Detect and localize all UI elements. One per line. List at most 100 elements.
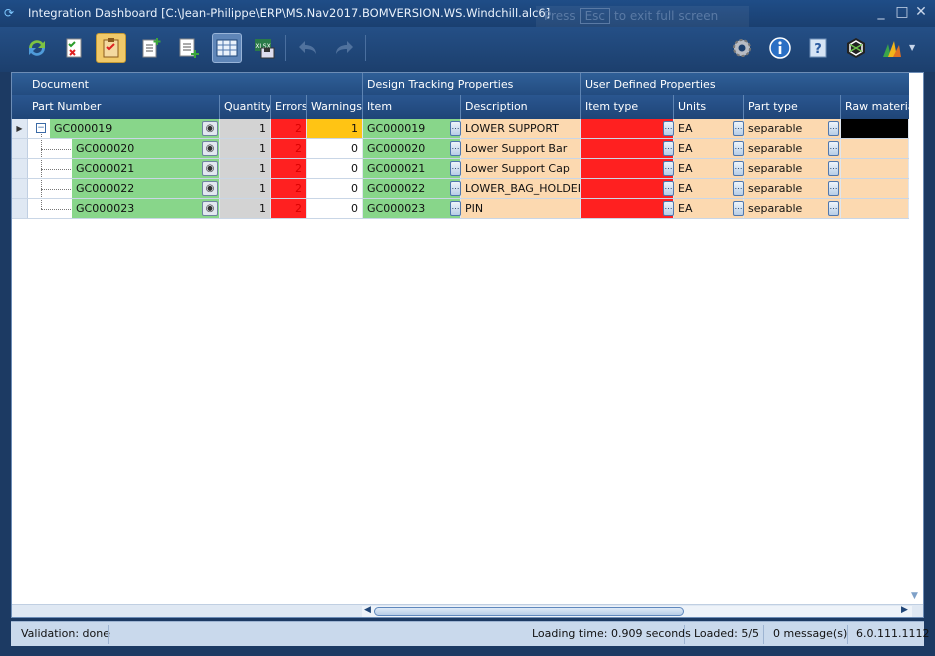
export-xlsx-button[interactable]: XLSX [249, 33, 279, 63]
maximize-button[interactable]: □ [893, 3, 911, 21]
column-header-quantity[interactable]: Quantity [220, 95, 271, 119]
part-type-lookup-button[interactable]: … [828, 121, 839, 136]
undo-button[interactable] [293, 33, 323, 63]
column-header-part-number[interactable]: Part Number [28, 95, 220, 119]
collapse-toggle[interactable]: − [36, 123, 46, 133]
item-type-lookup-button[interactable]: … [663, 141, 674, 156]
item-type-lookup-button[interactable]: … [663, 121, 674, 136]
help-button[interactable]: ? [803, 33, 833, 63]
part-type-cell[interactable]: separable [744, 199, 841, 218]
errors-cell[interactable]: 2 [271, 159, 307, 178]
item-lookup-button[interactable]: … [450, 181, 461, 196]
item-type-cell[interactable] [581, 119, 674, 138]
row-indicator[interactable] [12, 179, 28, 198]
table-row[interactable]: GC000020 ◉ 1 2 0 GC000020 … Lower Suppor… [12, 139, 923, 159]
warnings-cell[interactable]: 0 [307, 139, 363, 158]
item-lookup-button[interactable]: … [450, 141, 461, 156]
redo-button[interactable] [329, 33, 359, 63]
horizontal-scrollbar[interactable]: ◀ ▶ [12, 604, 923, 617]
raw-material-cell[interactable] [841, 119, 909, 138]
dynamics-menu-button[interactable]: ▼ [877, 33, 915, 63]
errors-cell[interactable]: 2 [271, 139, 307, 158]
warnings-cell[interactable]: 0 [307, 159, 363, 178]
raw-material-cell[interactable] [841, 159, 909, 178]
part-number-cell[interactable]: GC000023 [72, 199, 220, 218]
column-header-description[interactable]: Description [461, 95, 581, 119]
description-cell[interactable]: LOWER_BAG_HOLDER [461, 179, 581, 198]
part-type-lookup-button[interactable]: … [828, 181, 839, 196]
grid-view-button[interactable] [212, 33, 242, 63]
description-cell[interactable]: PIN [461, 199, 581, 218]
view-eye-icon[interactable]: ◉ [202, 181, 218, 196]
column-header-units[interactable]: Units [674, 95, 744, 119]
row-indicator[interactable] [12, 139, 28, 158]
item-lookup-button[interactable]: … [450, 201, 461, 216]
part-number-cell[interactable]: GC000019 [50, 119, 220, 138]
item-type-lookup-button[interactable]: … [663, 161, 674, 176]
part-type-cell[interactable]: separable [744, 119, 841, 138]
item-cell[interactable]: GC000019 [363, 119, 461, 138]
table-row[interactable]: GC000022 ◉ 1 2 0 GC000022 … LOWER_BAG_HO… [12, 179, 923, 199]
close-button[interactable]: ✕ [912, 3, 930, 21]
part-type-lookup-button[interactable]: … [828, 201, 839, 216]
message-count[interactable]: 0 message(s) [773, 627, 847, 640]
validate-button[interactable] [59, 33, 89, 63]
column-header-errors[interactable]: Errors [271, 95, 307, 119]
table-row[interactable]: GC000021 ◉ 1 2 0 GC000021 … Lower Suppor… [12, 159, 923, 179]
item-lookup-button[interactable]: … [450, 161, 461, 176]
units-lookup-button[interactable]: … [733, 181, 744, 196]
vertical-scrollbar[interactable]: ▼ [909, 73, 923, 604]
view-eye-icon[interactable]: ◉ [202, 161, 218, 176]
description-cell[interactable]: Lower Support Cap [461, 159, 581, 178]
part-type-lookup-button[interactable]: … [828, 161, 839, 176]
table-row[interactable]: GC000023 ◉ 1 2 0 GC000023 … PIN … EA … s… [12, 199, 923, 219]
view-eye-icon[interactable]: ◉ [202, 201, 218, 216]
part-type-lookup-button[interactable]: … [828, 141, 839, 156]
column-header-item[interactable]: Item [363, 95, 461, 119]
units-lookup-button[interactable]: … [733, 201, 744, 216]
item-cell[interactable]: GC000021 [363, 159, 461, 178]
item-lookup-button[interactable]: … [450, 121, 461, 136]
item-cell[interactable]: GC000022 [363, 179, 461, 198]
raw-material-cell[interactable] [841, 199, 909, 218]
table-row[interactable]: ▶ − GC000019 ◉ 1 2 1 GC000019 … LOWER SU… [12, 119, 923, 139]
add-list-button[interactable] [174, 33, 204, 63]
item-type-lookup-button[interactable]: … [663, 181, 674, 196]
item-type-cell[interactable] [581, 199, 674, 218]
settings-button[interactable] [727, 33, 757, 63]
row-indicator[interactable]: ▶ [12, 119, 28, 138]
info-button[interactable] [765, 33, 795, 63]
item-cell[interactable]: GC000020 [363, 139, 461, 158]
item-cell[interactable]: GC000023 [363, 199, 461, 218]
units-lookup-button[interactable]: … [733, 121, 744, 136]
units-lookup-button[interactable]: … [733, 141, 744, 156]
scroll-right-icon[interactable]: ▶ [901, 605, 908, 615]
errors-cell[interactable]: 2 [271, 119, 307, 138]
part-number-cell[interactable]: GC000021 [72, 159, 220, 178]
column-header-item-type[interactable]: Item type [581, 95, 674, 119]
scrollbar-thumb[interactable] [374, 607, 684, 616]
errors-cell[interactable]: 2 [271, 199, 307, 218]
errors-cell[interactable]: 2 [271, 179, 307, 198]
row-indicator[interactable] [12, 199, 28, 218]
new-document-button[interactable] [136, 33, 166, 63]
raw-material-cell[interactable] [841, 179, 909, 198]
raw-material-cell[interactable] [841, 139, 909, 158]
warnings-cell[interactable]: 0 [307, 199, 363, 218]
column-header-warnings[interactable]: Warnings [307, 95, 363, 119]
scroll-down-icon[interactable]: ▼ [911, 591, 918, 601]
refresh-button[interactable] [22, 33, 52, 63]
part-type-cell[interactable]: separable [744, 159, 841, 178]
part-number-cell[interactable]: GC000022 [72, 179, 220, 198]
units-lookup-button[interactable]: … [733, 161, 744, 176]
item-type-cell[interactable] [581, 179, 674, 198]
scroll-left-icon[interactable]: ◀ [364, 605, 371, 615]
part-number-cell[interactable]: GC000020 [72, 139, 220, 158]
item-type-cell[interactable] [581, 139, 674, 158]
minimize-button[interactable]: _ [872, 3, 890, 21]
description-cell[interactable]: LOWER SUPPORT [461, 119, 581, 138]
column-header-part-type[interactable]: Part type [744, 95, 841, 119]
item-type-lookup-button[interactable]: … [663, 201, 674, 216]
view-eye-icon[interactable]: ◉ [202, 121, 218, 136]
clipboard-button[interactable] [96, 33, 126, 63]
